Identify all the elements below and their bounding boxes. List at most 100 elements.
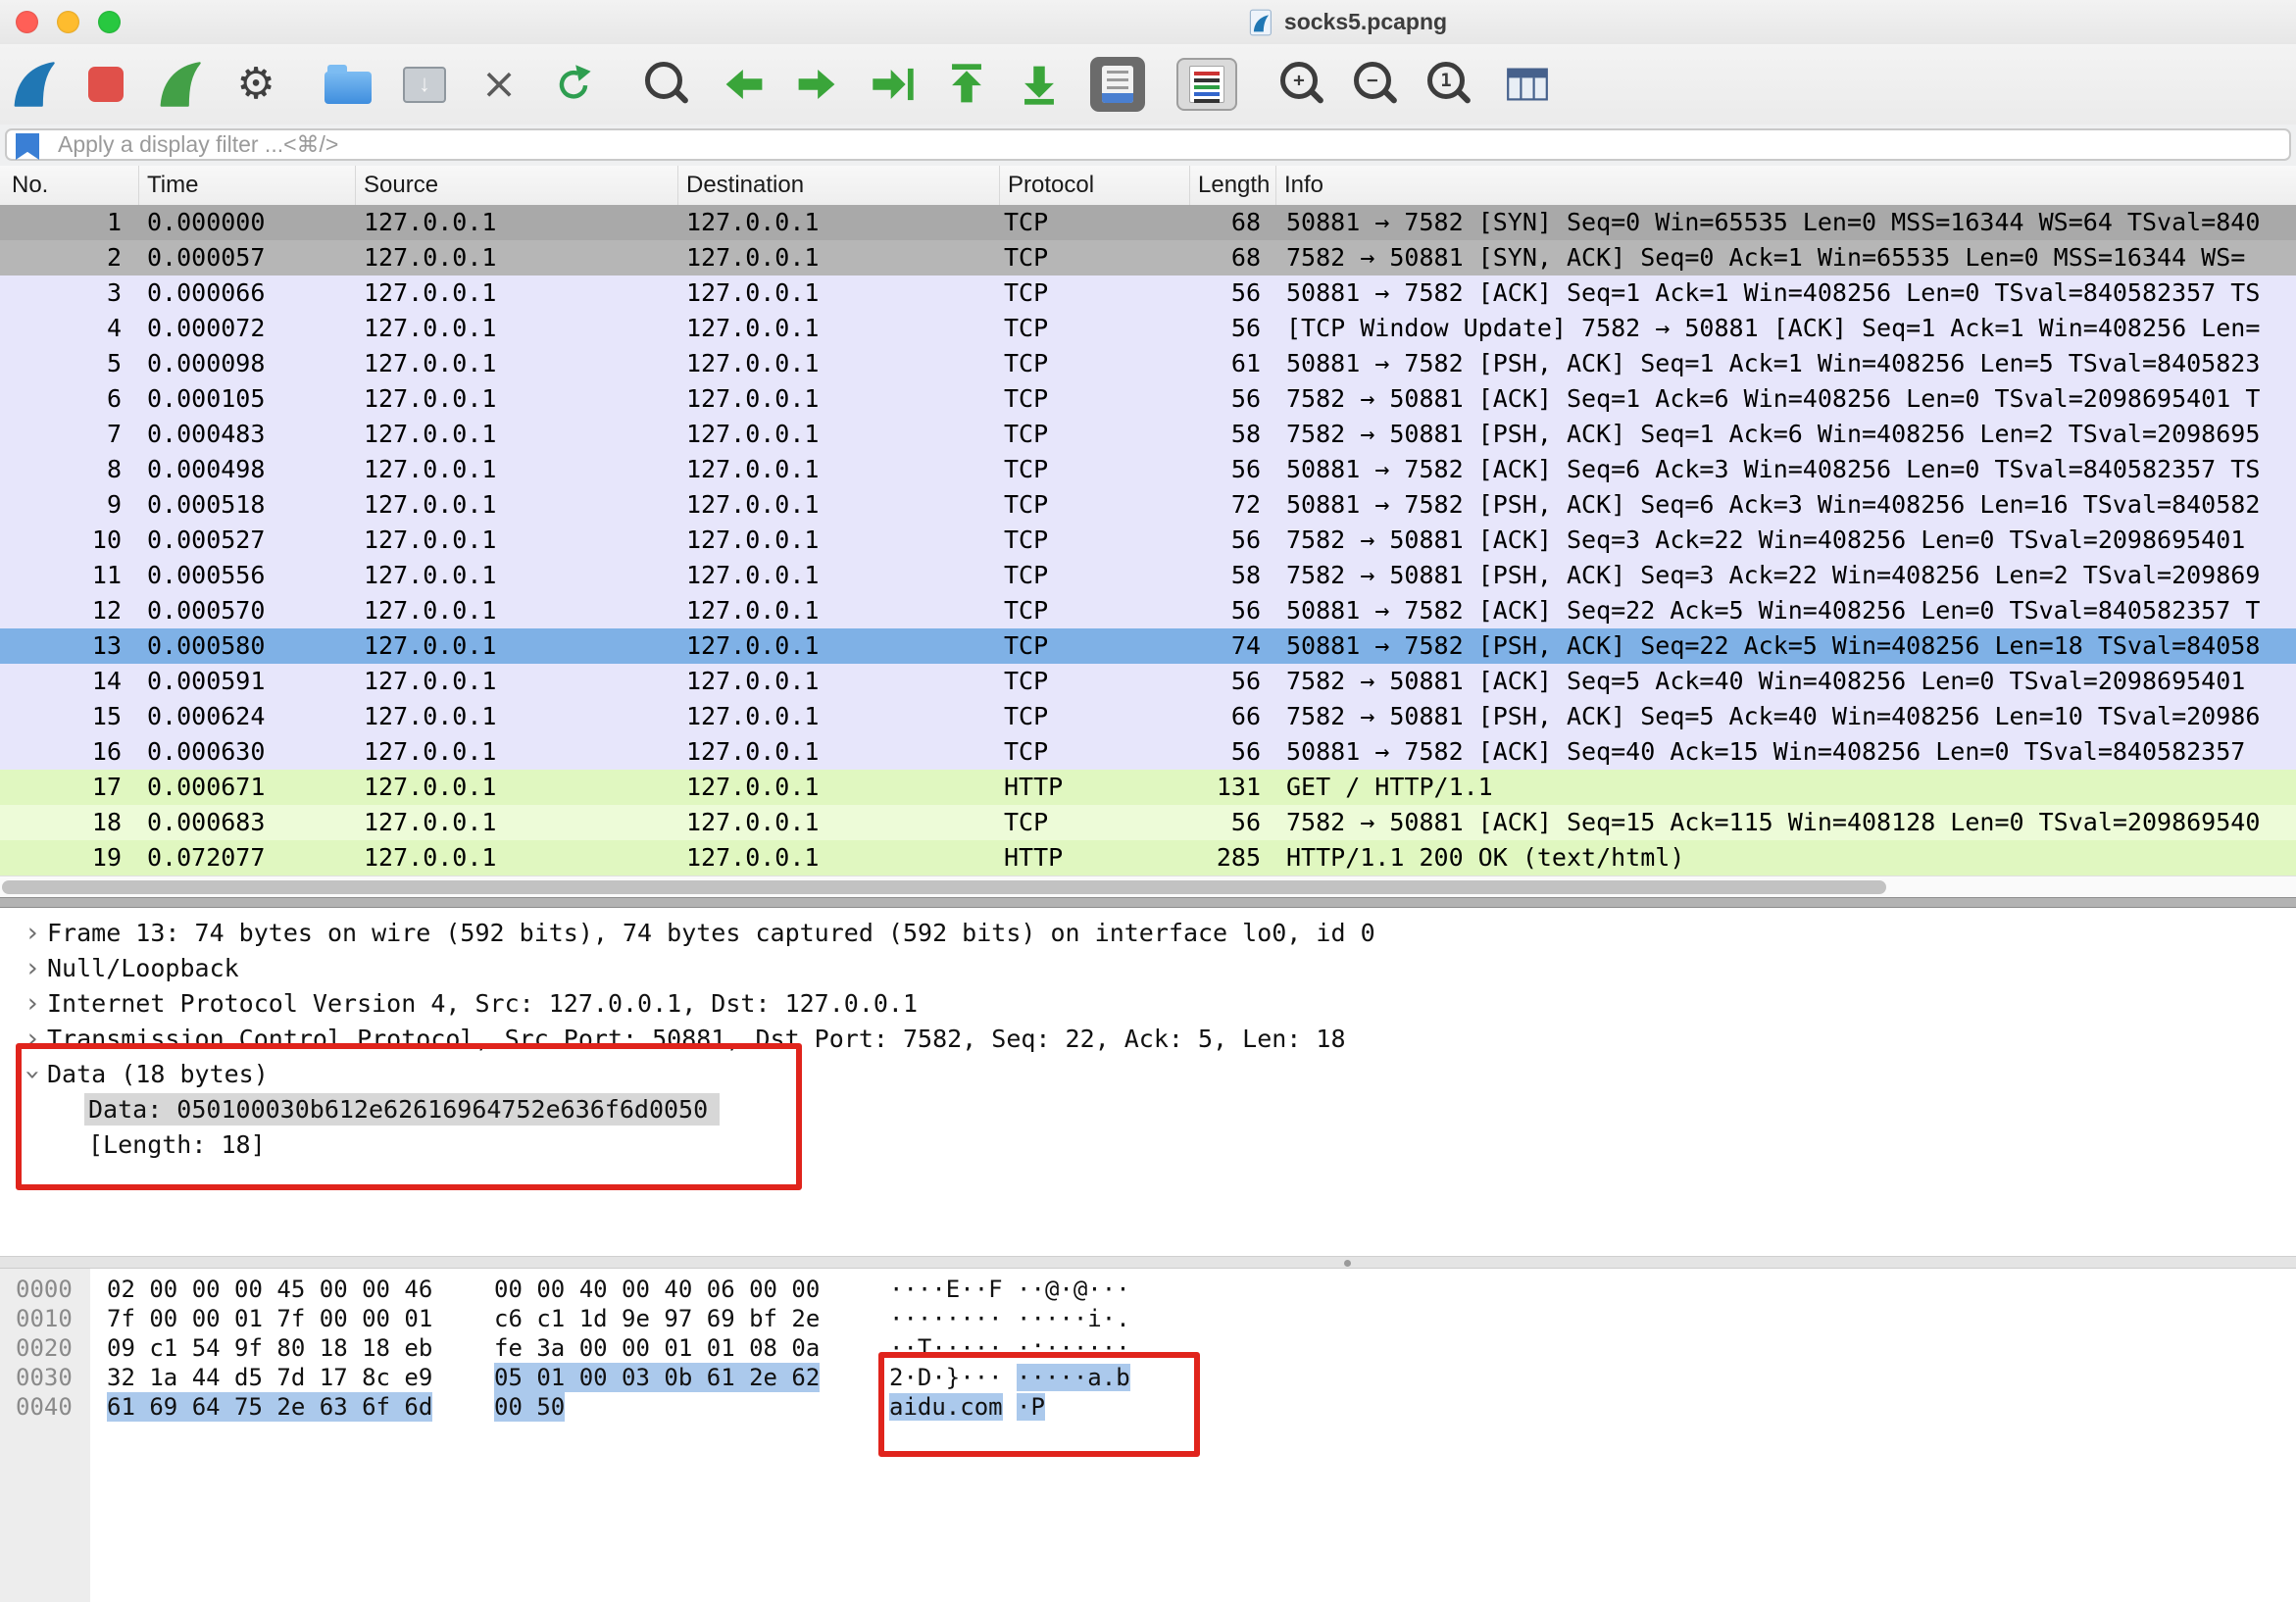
hex-row[interactable]: 0000 02 00 00 00 45 00 00 46 00 00 40 00 4…: [0, 1275, 2296, 1304]
go-forward-button[interactable]: [789, 57, 844, 112]
hex-bytes[interactable]: 00 50: [494, 1392, 565, 1422]
hex-offset: 0000: [16, 1275, 73, 1304]
detail-line[interactable]: ›Internet Protocol Version 4, Src: 127.0…: [0, 986, 2296, 1022]
hex-row[interactable]: 00107f 00 00 01 7f 00 00 01c6 c1 1d 9e 9…: [0, 1304, 2296, 1333]
go-to-packet-button[interactable]: [866, 57, 921, 112]
hex-ascii[interactable]: aidu.com: [889, 1393, 1003, 1421]
traffic-light-minimize[interactable]: [57, 11, 79, 33]
hex-bytes[interactable]: 61 69 64 75 2e 63 6f 6d: [107, 1392, 432, 1422]
disclosure-chevron[interactable]: ›: [18, 951, 47, 986]
packet-row-4[interactable]: 40.000072127.0.0.1127.0.0.1TCP56[TCP Win…: [0, 311, 2296, 346]
packet-row-19[interactable]: 190.072077127.0.0.1127.0.0.1HTTP285HTTP/…: [0, 840, 2296, 876]
hex-bytes[interactable]: 09 c1 54 9f 80 18 18 eb: [107, 1333, 432, 1363]
packet-row-1[interactable]: 10.000000127.0.0.1127.0.0.1TCP6850881 → …: [0, 205, 2296, 240]
resize-columns-button[interactable]: [1500, 57, 1555, 112]
find-packet-button[interactable]: [640, 57, 695, 112]
column-header-no[interactable]: No.: [0, 166, 139, 205]
hex-bytes[interactable]: 00 00 40 00 40 06 00 00: [494, 1275, 820, 1304]
column-header-source[interactable]: Source: [356, 166, 678, 205]
zoom-reset-button[interactable]: 1: [1423, 57, 1477, 112]
detail-text: [Length: 18]: [88, 1130, 266, 1159]
disclosure-chevron[interactable]: ›: [18, 916, 47, 951]
close-file-button[interactable]: ×: [472, 57, 526, 112]
packet-row-13[interactable]: 130.000580127.0.0.1127.0.0.1TCP7450881 →…: [0, 628, 2296, 664]
hex-bytes[interactable]: 32 1a 44 d5 7d 17 8c e9: [107, 1363, 432, 1392]
packet-row-15[interactable]: 150.000624127.0.0.1127.0.0.1TCP667582 → …: [0, 699, 2296, 734]
hex-ascii[interactable]: ··T·····: [889, 1334, 1003, 1362]
column-header-protocol[interactable]: Protocol: [1000, 166, 1190, 205]
pane-splitter-top[interactable]: [0, 897, 2296, 908]
capture-restart-button[interactable]: [151, 57, 206, 112]
traffic-light-close[interactable]: [16, 11, 38, 33]
hex-ascii[interactable]: ·····i·.: [1017, 1305, 1130, 1332]
packet-row-16[interactable]: 160.000630127.0.0.1127.0.0.1TCP5650881 →…: [0, 734, 2296, 770]
reload-file-button[interactable]: [546, 57, 601, 112]
hex-ascii[interactable]: 2·D·}···: [889, 1364, 1003, 1391]
hex-ascii[interactable]: ·:······: [1017, 1334, 1130, 1362]
packet-row-11[interactable]: 110.000556127.0.0.1127.0.0.1TCP587582 → …: [0, 558, 2296, 593]
capture-start-button[interactable]: [5, 57, 60, 112]
hex-ascii[interactable]: ········: [889, 1305, 1003, 1332]
hex-row[interactable]: 004061 69 64 75 2e 63 6f 6d00 50aidu.com…: [0, 1392, 2296, 1422]
auto-scroll-button[interactable]: [1090, 57, 1145, 112]
hex-bytes[interactable]: 7f 00 00 01 7f 00 00 01: [107, 1304, 432, 1333]
packet-details-pane: ›Frame 13: 74 bytes on wire (592 bits), …: [0, 908, 2296, 1256]
go-back-button[interactable]: [717, 57, 772, 112]
go-last-button[interactable]: [1012, 57, 1067, 112]
disclosure-chevron[interactable]: ›: [18, 1022, 47, 1057]
open-file-button[interactable]: [321, 57, 375, 112]
hex-row[interactable]: 003032 1a 44 d5 7d 17 8c e905 01 00 03 0…: [0, 1363, 2296, 1392]
hex-ascii[interactable]: ··@·@···: [1017, 1276, 1130, 1303]
go-first-button[interactable]: [939, 57, 994, 112]
detail-line[interactable]: ›Null/Loopback: [0, 951, 2296, 986]
packet-row-3[interactable]: 30.000066127.0.0.1127.0.0.1TCP5650881 → …: [0, 275, 2296, 311]
capture-start-icon: [7, 59, 58, 110]
packet-info: 50881 → 7582 [ACK] Seq=6 Ack=3 Win=40825…: [1276, 452, 2296, 487]
packet-row-18[interactable]: 180.000683127.0.0.1127.0.0.1TCP567582 → …: [0, 805, 2296, 840]
hex-bytes[interactable]: 02 00 00 00 45 00 00 46: [107, 1275, 432, 1304]
save-file-button[interactable]: ↓: [397, 57, 452, 112]
detail-line[interactable]: Data: 050100030b612e62616964752e636f6d00…: [0, 1092, 2296, 1127]
packet-row-2[interactable]: 20.000057127.0.0.1127.0.0.1TCP687582 → 5…: [0, 240, 2296, 275]
detail-line[interactable]: [Length: 18]: [0, 1127, 2296, 1163]
traffic-light-zoom[interactable]: [98, 11, 121, 33]
detail-line[interactable]: ›Frame 13: 74 bytes on wire (592 bits), …: [0, 916, 2296, 951]
zoom-in-button[interactable]: +: [1275, 57, 1330, 112]
column-header-info[interactable]: Info: [1276, 166, 2296, 205]
hex-row[interactable]: 002009 c1 54 9f 80 18 18 ebfe 3a 00 00 0…: [0, 1333, 2296, 1363]
packet-dst: 127.0.0.1: [678, 840, 1000, 876]
packet-row-14[interactable]: 140.000591127.0.0.1127.0.0.1TCP567582 → …: [0, 664, 2296, 699]
disclosure-chevron[interactable]: ›: [18, 986, 47, 1022]
zoom-out-button[interactable]: −: [1349, 57, 1404, 112]
packet-row-7[interactable]: 70.000483127.0.0.1127.0.0.1TCP587582 → 5…: [0, 417, 2296, 452]
column-header-time[interactable]: Time: [139, 166, 356, 205]
hex-ascii[interactable]: ·P: [1017, 1393, 1045, 1421]
capture-stop-button[interactable]: [78, 57, 133, 112]
packet-row-5[interactable]: 50.000098127.0.0.1127.0.0.1TCP6150881 → …: [0, 346, 2296, 381]
packet-row-6[interactable]: 60.000105127.0.0.1127.0.0.1TCP567582 → 5…: [0, 381, 2296, 417]
column-header-length[interactable]: Length: [1190, 166, 1276, 205]
capture-options-button[interactable]: ⚙: [228, 57, 283, 112]
hex-ascii[interactable]: ····E··F: [889, 1276, 1003, 1303]
column-header-destination[interactable]: Destination: [678, 166, 1000, 205]
detail-tree: ›Frame 13: 74 bytes on wire (592 bits), …: [0, 916, 2296, 1163]
horizontal-scrollbar[interactable]: [0, 876, 2296, 897]
hex-ascii[interactable]: ·····a.b: [1017, 1364, 1130, 1391]
hex-bytes[interactable]: fe 3a 00 00 01 01 08 0a: [494, 1333, 820, 1363]
packet-row-17[interactable]: 170.000671127.0.0.1127.0.0.1HTTP131GET /…: [0, 770, 2296, 805]
packet-no: 14: [0, 664, 139, 699]
disclosure-chevron[interactable]: ›: [15, 1060, 50, 1089]
hex-bytes[interactable]: 05 01 00 03 0b 61 2e 62: [494, 1363, 820, 1392]
packet-len: 285: [1190, 840, 1276, 876]
detail-line[interactable]: ›Transmission Control Protocol, Src Port…: [0, 1022, 2296, 1057]
horizontal-scrollbar-thumb[interactable]: [2, 880, 1886, 894]
packet-row-12[interactable]: 120.000570127.0.0.1127.0.0.1TCP5650881 →…: [0, 593, 2296, 628]
display-filter-input[interactable]: [5, 128, 2291, 161]
hex-bytes[interactable]: c6 c1 1d 9e 97 69 bf 2e: [494, 1304, 820, 1333]
detail-line[interactable]: ›Data (18 bytes): [0, 1057, 2296, 1092]
packet-row-8[interactable]: 80.000498127.0.0.1127.0.0.1TCP5650881 → …: [0, 452, 2296, 487]
packet-row-10[interactable]: 100.000527127.0.0.1127.0.0.1TCP567582 → …: [0, 523, 2296, 558]
packet-row-9[interactable]: 90.000518127.0.0.1127.0.0.1TCP7250881 → …: [0, 487, 2296, 523]
pane-splitter-bottom[interactable]: [0, 1256, 2296, 1269]
colorize-packets-button[interactable]: [1176, 58, 1237, 111]
